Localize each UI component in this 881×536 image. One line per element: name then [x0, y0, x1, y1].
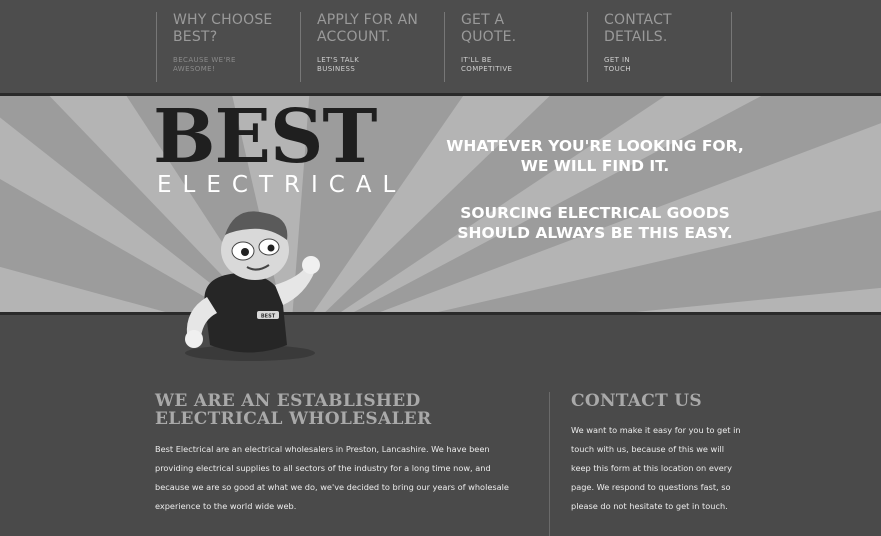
nav-item-contact-details[interactable]: Contact details. Get in touch	[587, 12, 732, 82]
nav-item-title: Contact details.	[604, 12, 672, 45]
logo-best[interactable]: BEST	[153, 100, 377, 174]
about-heading: WE ARE AN ESTABLISHED ELECTRICAL WHOLESA…	[155, 391, 432, 429]
hero-subheadline: SOURCING ELECTRICAL GOODS SHOULD ALWAYS …	[457, 204, 733, 242]
mascot-badge-text: BEST	[261, 314, 276, 320]
nav-item-apply-account[interactable]: Apply for an account. Let's talk busines…	[300, 12, 444, 82]
nav-item-subtitle: Let's talk business	[317, 56, 360, 73]
contact-heading: CONTACT US	[571, 391, 702, 411]
nav-item-get-quote[interactable]: Get a quote. It'll be competitive	[444, 12, 587, 82]
column-divider	[549, 392, 550, 536]
logo-electrical: ELECTRICAL	[157, 172, 407, 198]
mascot-illustration: BEST	[185, 211, 320, 361]
nav-item-why-choose[interactable]: Why choose best? Because we're awesome!	[156, 12, 300, 82]
nav-item-title: Why choose best?	[173, 12, 273, 45]
hero-headline: WHATEVER YOU'RE LOOKING FOR, WE WILL FIN…	[446, 137, 744, 175]
about-body: Best Electrical are an electrical wholes…	[155, 444, 509, 511]
nav-item-subtitle: Get in touch	[604, 56, 632, 73]
nav-item-subtitle: It'll be competitive	[461, 56, 513, 73]
nav-item-title: Apply for an account.	[317, 12, 419, 45]
nav-item-subtitle: Because we're awesome!	[173, 56, 236, 73]
contact-body: We want to make it easy for you to get i…	[571, 425, 741, 511]
nav-item-title: Get a quote.	[461, 12, 517, 45]
top-navigation: Why choose best? Because we're awesome! …	[0, 0, 881, 93]
